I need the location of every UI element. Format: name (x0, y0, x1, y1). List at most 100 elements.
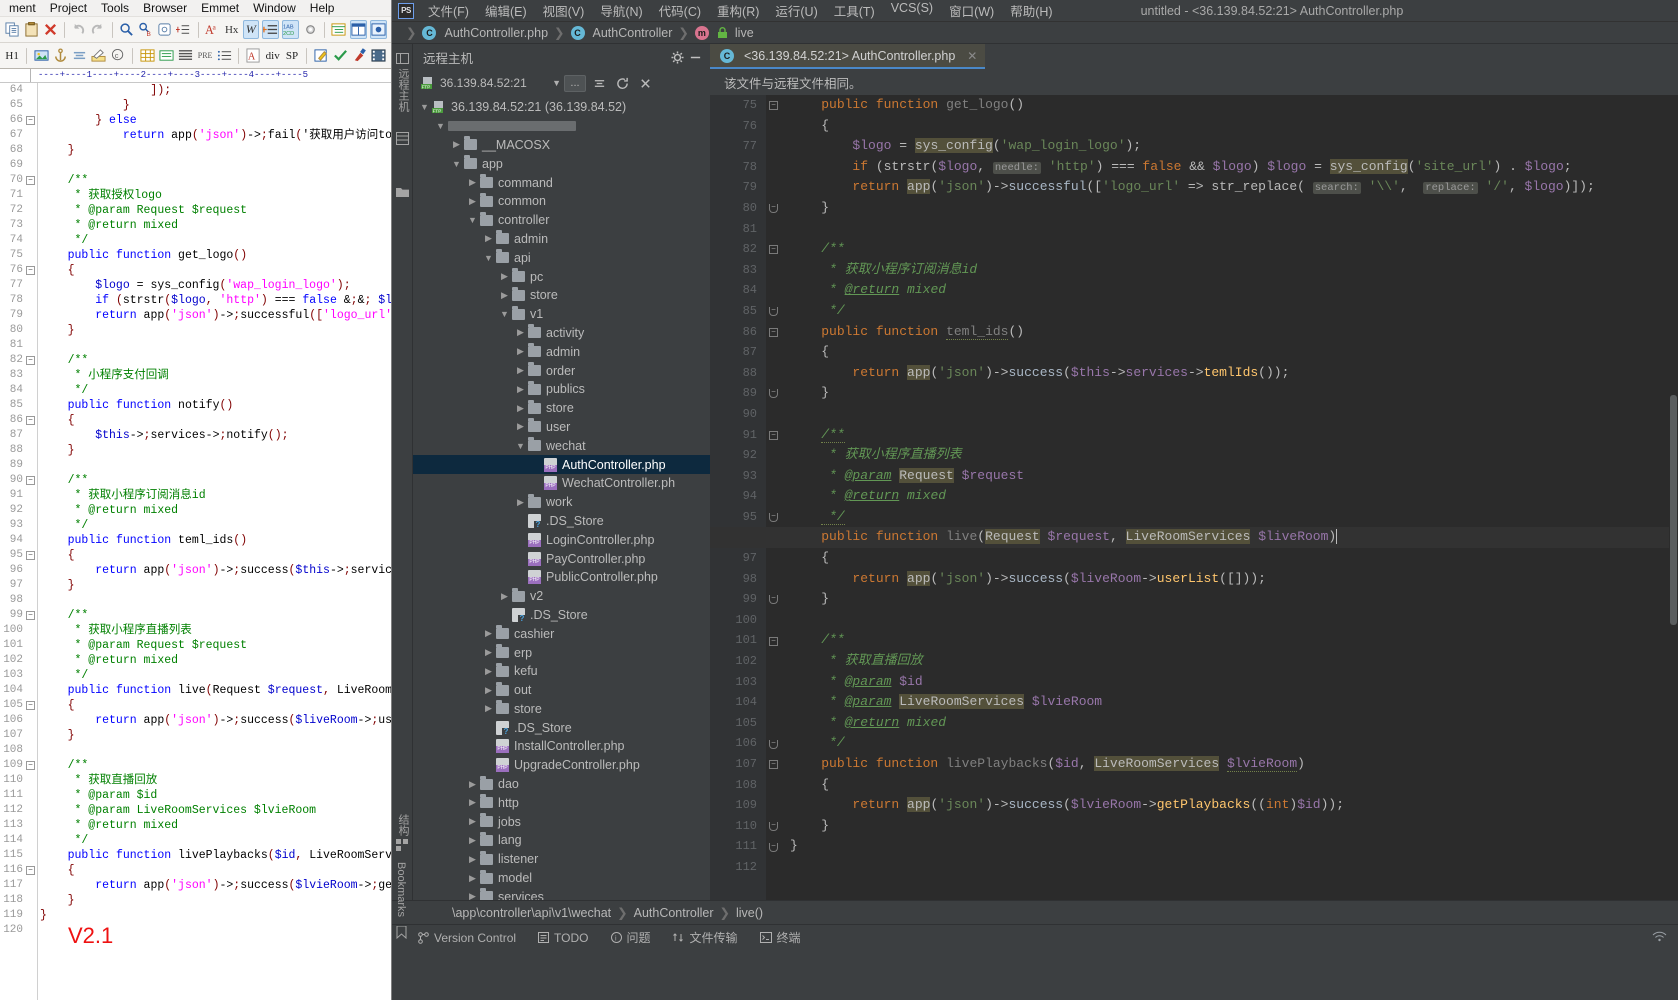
hex-icon[interactable]: Hx (224, 20, 240, 39)
project-panel-icon[interactable] (396, 52, 409, 65)
network-icon[interactable] (1652, 930, 1670, 945)
code-editor[interactable]: 75 76 77 78 79 80 81 82 83 84 85 86 87 88 89 90 91 92 93 94… (710, 95, 1678, 900)
editor-code-line[interactable]: /** (790, 425, 1678, 446)
dw-code-line[interactable]: */ (40, 233, 391, 248)
chevron-down-icon[interactable]: ▼ (552, 78, 561, 88)
tree-item[interactable]: .DS_Store (413, 512, 710, 531)
fold-toggle-icon[interactable]: − (769, 595, 778, 605)
chevron-down-icon[interactable]: ▼ (417, 102, 432, 112)
chevron-right-icon[interactable]: ▶ (465, 891, 480, 900)
fold-toggle-icon[interactable]: − (769, 245, 778, 255)
dw-menu-item-ment[interactable]: ment (2, 1, 43, 15)
server-select[interactable]: FTP 36.139.84.52:21 ▼ (421, 76, 561, 90)
dw-code-area[interactable]: 64 65 66−67 68 69 70−71 72 73 74 75 76−77 78 79 80 81 8… (0, 83, 391, 1000)
dw-code-line[interactable]: $logo = sys_config('wap_login_logo'); (40, 278, 391, 293)
tree-item[interactable]: ▶ work (413, 493, 710, 512)
heading-icon[interactable]: H1 (4, 46, 20, 65)
chevron-right-icon[interactable]: ▶ (481, 233, 496, 244)
bold-w-icon[interactable]: W (242, 20, 260, 39)
editor-code-line[interactable]: if (strstr($logo, needle: 'http') === fa… (790, 157, 1678, 178)
breadcrumb-path[interactable]: \app\controller\api\v1\wechat (452, 906, 611, 920)
editor-code-line[interactable]: public function live(Request $request, L… (710, 527, 1678, 549)
editor-line-number[interactable]: 99 (710, 589, 766, 610)
status-problems[interactable]: i 问题 (610, 929, 651, 946)
chevron-right-icon[interactable]: ▶ (465, 797, 480, 808)
fold-toggle-icon[interactable]: − (769, 389, 778, 399)
chevron-right-icon[interactable]: ▶ (497, 591, 512, 602)
dw-code-line[interactable] (40, 743, 391, 758)
form-icon[interactable] (158, 46, 174, 65)
structure-panel-icon[interactable] (396, 132, 409, 145)
editor-code-line[interactable]: * 获取小程序直播列表 (790, 445, 1678, 466)
tree-item[interactable]: ▶ model (413, 869, 710, 888)
dw-code-line[interactable]: return app('json')->;success($liveRoom->… (40, 713, 391, 728)
panel-icon[interactable] (331, 20, 347, 39)
fold-toggle-icon[interactable]: − (26, 356, 35, 365)
phpstorm-menu-bar[interactable]: 文件(F) 编辑(E) 视图(V) 导航(N) 代码(C) 重构(R) 运行(U) 工具(T)… (420, 1, 1061, 20)
editor-code-line[interactable]: } (790, 836, 1678, 857)
fold-toggle-icon[interactable]: − (769, 101, 778, 110)
tree-item[interactable]: ▼ v1 (413, 305, 710, 324)
tree-item[interactable]: ▶ jobs (413, 812, 710, 831)
dw-code-line[interactable] (40, 338, 391, 353)
tree-item[interactable]: ▶ store (413, 399, 710, 418)
edit-icon[interactable] (313, 46, 329, 65)
editor-code-line[interactable]: return app('json')->success($liveRoom->u… (790, 569, 1678, 590)
refresh-icon[interactable] (612, 73, 632, 93)
bookmarks-strip-label[interactable]: Bookmarks (395, 862, 407, 917)
folder-icon[interactable] (396, 184, 409, 197)
code-snippet-icon[interactable] (157, 20, 173, 39)
tree-item[interactable]: PublicController.php (413, 568, 710, 587)
editor-code-line[interactable]: } (790, 589, 1678, 610)
remote-file-tree[interactable]: ▼ FTP 36.139.84.52:21 (36.139.84.52) ▼ ▶ __MA… (413, 96, 710, 900)
dw-code-line[interactable]: { (40, 863, 391, 878)
redo-icon[interactable] (90, 20, 106, 39)
editor-line-number[interactable]: 112 (710, 857, 766, 878)
paste-icon[interactable] (23, 20, 39, 39)
status-label[interactable]: 问题 (627, 929, 651, 946)
dw-code-line[interactable]: * @return mixed (40, 503, 391, 518)
editor-line-number[interactable]: 93 (710, 466, 766, 487)
chevron-right-icon[interactable]: ▶ (465, 779, 480, 790)
brush-icon[interactable] (351, 46, 367, 65)
dw-toolbar-row-2[interactable]: H1 c PRE A div SP (0, 43, 391, 69)
menu-item-2[interactable]: 视图(V) (535, 1, 593, 20)
fold-toggle-icon[interactable]: − (769, 513, 778, 522)
table-icon[interactable] (349, 20, 367, 39)
breadcrumb-class-label[interactable]: AuthController (593, 26, 673, 40)
tree-item[interactable]: ▼ controller (413, 211, 710, 230)
sp-icon[interactable]: SP (284, 46, 300, 65)
dw-menu-item-emmet[interactable]: Emmet (194, 1, 246, 15)
dw-code-line[interactable]: * @param LiveRoomServices $lvieRoom (40, 803, 391, 818)
chevron-right-icon[interactable]: ▶ (465, 873, 480, 884)
editor-code-line[interactable]: * @return mixed (790, 713, 1678, 734)
dw-code-line[interactable]: /** (40, 473, 391, 488)
tree-item[interactable]: .DS_Store (413, 718, 710, 737)
tree-item[interactable]: ▶ store (413, 700, 710, 719)
editor-code-line[interactable] (790, 610, 1678, 631)
bookmark-icon[interactable] (396, 925, 409, 940)
editor-code-line[interactable]: * @param $id (790, 672, 1678, 693)
menu-item-1[interactable]: 编辑(E) (477, 1, 535, 20)
editor-line-number[interactable]: 76 (710, 116, 766, 137)
tree-item[interactable]: ▶ erp (413, 643, 710, 662)
menu-item-8[interactable]: VCS(S) (883, 1, 941, 20)
structure-strip-label[interactable]: 结构 (395, 814, 411, 836)
chevron-down-icon[interactable]: ▼ (433, 121, 448, 131)
dw-code-line[interactable]: /** (40, 353, 391, 368)
div-icon[interactable]: div (265, 46, 281, 65)
dw-code-line[interactable]: { (40, 263, 391, 278)
breadcrumb-method-label[interactable]: live (735, 26, 754, 40)
dw-code-line[interactable]: } (40, 908, 391, 923)
anchor-text-icon[interactable]: A (245, 46, 261, 65)
editor-code-line[interactable]: * @return mixed (790, 486, 1678, 507)
chevron-right-icon[interactable]: ▶ (513, 346, 528, 357)
chevron-right-icon[interactable]: ▶ (513, 365, 528, 376)
editor-tab-authcontroller[interactable]: C <36.139.84.52:21> AuthController.php ✕ (710, 44, 986, 69)
fold-toggle-icon[interactable]: − (769, 739, 778, 749)
tree-item[interactable]: ▶ __MACOSX (413, 136, 710, 155)
status-todo[interactable]: TODO (538, 931, 589, 945)
pre-icon[interactable]: PRE (197, 46, 213, 65)
dw-code-line[interactable]: return app('json')->;success($lvieRoom->… (40, 878, 391, 893)
editor-line-number[interactable]: 92 (710, 445, 766, 466)
